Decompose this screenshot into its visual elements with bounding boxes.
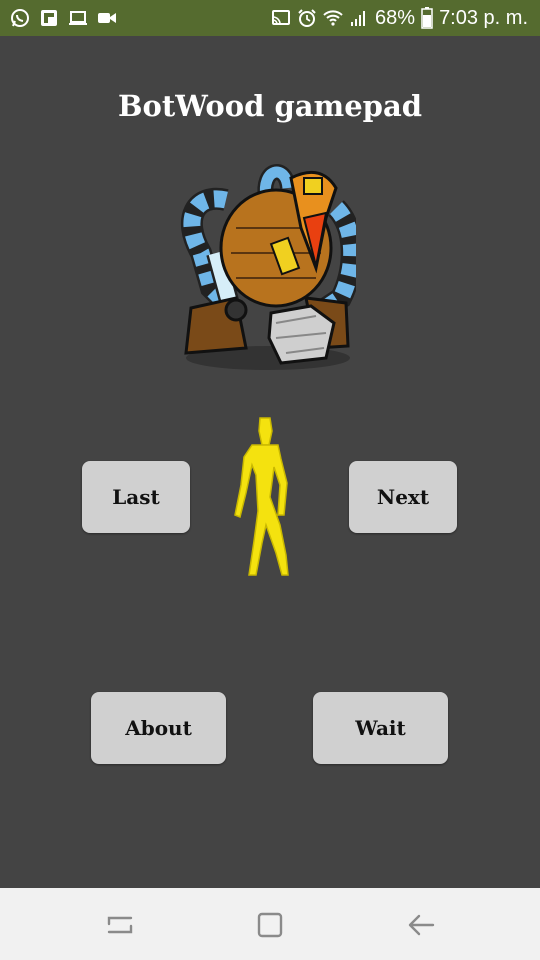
alarm-icon	[298, 9, 316, 27]
wait-button[interactable]: Wait	[313, 692, 448, 764]
last-button[interactable]: Last	[82, 461, 190, 533]
signal-icon	[351, 11, 366, 26]
next-button[interactable]: Next	[349, 461, 457, 533]
navigation-bar	[0, 888, 540, 960]
flipboard-icon	[41, 10, 57, 26]
home-icon[interactable]	[256, 912, 284, 938]
recent-apps-icon[interactable]	[106, 912, 134, 938]
laptop-icon	[69, 11, 87, 25]
status-bar: 68% 7:03 p. m.	[0, 0, 540, 36]
clock: 7:03 p. m.	[439, 7, 528, 29]
battery-icon	[421, 7, 433, 29]
page-title: BotWood gamepad	[117, 89, 423, 123]
whatsapp-icon	[11, 9, 29, 27]
battery-percent: 68%	[375, 7, 416, 29]
yellow-stick-figure	[234, 417, 289, 576]
cast-icon	[272, 10, 291, 25]
robot-illustration	[181, 164, 356, 370]
wifi-icon	[323, 10, 343, 26]
back-icon[interactable]	[407, 912, 435, 938]
video-camera-icon	[98, 13, 116, 23]
about-button[interactable]: About	[91, 692, 226, 764]
status-bar-system: 68% 7:03 p. m.	[271, 5, 528, 31]
status-bar-notifications	[10, 8, 117, 28]
